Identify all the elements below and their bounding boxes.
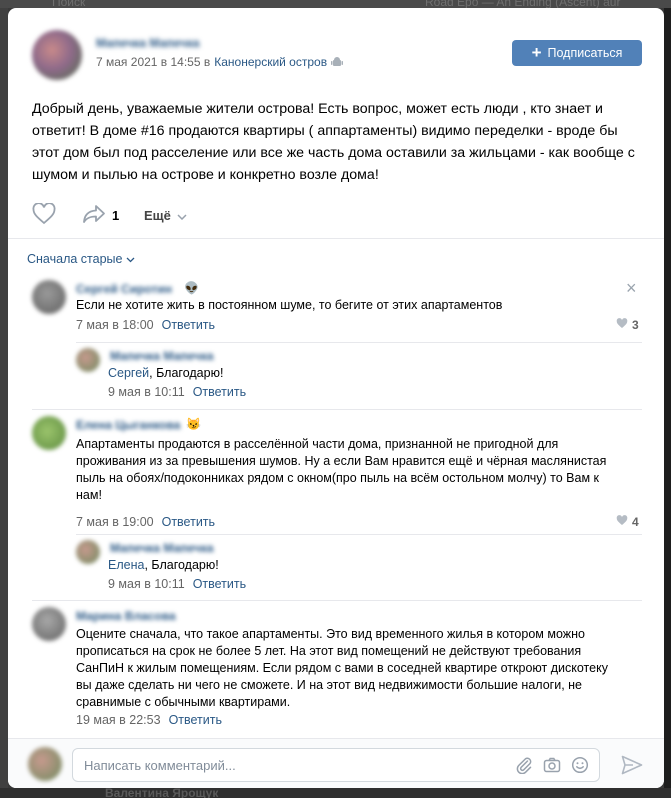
comment-separator	[32, 600, 642, 601]
reply-button[interactable]: Ответить	[193, 577, 246, 591]
chevron-down-icon	[126, 252, 135, 266]
chevron-down-icon	[177, 208, 187, 223]
comment-footer: 9 мая в 10:11 Ответить	[108, 577, 246, 591]
android-icon	[331, 56, 344, 68]
comment-text: Оцените сначала, что такое апартаменты. …	[76, 627, 608, 709]
post-location[interactable]: Канонерский остров	[214, 55, 327, 69]
reply-button[interactable]: Ответить	[162, 515, 215, 529]
plus-icon: +	[531, 42, 542, 62]
comment-separator	[76, 534, 642, 535]
comment-footer: 9 мая в 10:11 Ответить	[108, 385, 246, 399]
more-label: Ещё	[144, 207, 171, 223]
reply-button[interactable]: Ответить	[193, 385, 246, 399]
heart-icon	[616, 515, 628, 529]
comment-author[interactable]: Марина Власова	[76, 609, 176, 623]
sort-label: Сначала старые	[27, 252, 123, 266]
comment-like-count: 3	[632, 318, 639, 332]
sort-dropdown[interactable]: Сначала старые	[27, 252, 135, 266]
reply-button[interactable]: Ответить	[162, 318, 215, 332]
comment-avatar[interactable]	[32, 607, 66, 641]
heart-icon	[616, 318, 628, 332]
comment-date[interactable]: 7 мая в 18:00	[76, 318, 154, 332]
heart-icon	[32, 201, 56, 228]
more-button[interactable]: Ещё	[144, 208, 187, 223]
attach-icon[interactable]	[515, 756, 533, 775]
comment-date[interactable]: 9 мая в 10:11	[108, 577, 185, 591]
mention-link[interactable]: Елена	[108, 558, 144, 572]
comment-author[interactable]: Сергей Сиротин	[76, 282, 172, 296]
alien-emoji: 👽	[184, 281, 199, 295]
comment-author[interactable]: Мапечка Мапечка	[110, 541, 214, 555]
post-actions: 1 Ещё	[32, 201, 642, 228]
comment: Марина Власова Оцените сначала, что тако…	[32, 607, 642, 733]
comment-date[interactable]: 19 мая в 22:53	[76, 713, 161, 727]
post-meta: 7 мая 2021 в 14:55 в Канонерский остров	[96, 55, 344, 69]
comment-reply: Мапечка Мапечка Сергей, Благодарю! 9 мая…	[76, 348, 636, 403]
post-date[interactable]: 7 мая 2021 в 14:55 в	[96, 55, 210, 69]
reply-button[interactable]: Ответить	[169, 713, 222, 727]
comment-text: Апартаменты продаются в расселённой част…	[76, 437, 607, 502]
comment-footer: 19 мая в 22:53 Ответить	[76, 713, 222, 727]
comment-like-button[interactable]: 4	[616, 515, 639, 529]
comment: Сергей Сиротин 👽 × Если не хотите жить в…	[32, 278, 642, 340]
reply-text: , Благодарю!	[144, 558, 219, 572]
background-right	[664, 8, 671, 788]
subscribe-label: Подписаться	[547, 46, 623, 60]
subscribe-button[interactable]: + Подписаться	[512, 40, 642, 66]
camera-icon[interactable]	[543, 756, 561, 774]
author-avatar[interactable]	[32, 30, 82, 80]
comment-date[interactable]: 9 мая в 10:11	[108, 385, 185, 399]
comment-date[interactable]: 7 мая в 19:00	[76, 515, 154, 529]
background-top-bar: Поиск Road Epo — An Ending (Ascent) aur	[0, 0, 671, 9]
close-icon[interactable]: ×	[626, 278, 637, 299]
comment-footer: 7 мая в 18:00 Ответить	[76, 318, 215, 332]
mention-link[interactable]: Сергей	[108, 366, 149, 380]
share-icon	[82, 204, 106, 227]
smile-icon[interactable]	[571, 756, 589, 774]
post-author[interactable]: Мапечка Мапечка	[96, 36, 200, 50]
comment-separator	[76, 342, 642, 343]
comment-author[interactable]: Елена Цыганкова	[76, 418, 180, 432]
comment-text: Елена, Благодарю!	[108, 557, 608, 574]
comment-avatar[interactable]	[32, 280, 66, 314]
comment-like-count: 4	[632, 515, 639, 529]
comment-input[interactable]	[84, 749, 504, 781]
divider	[8, 238, 664, 239]
composer-icons	[515, 756, 589, 775]
comment-text: Сергей, Благодарю!	[108, 365, 608, 382]
like-button[interactable]	[32, 201, 82, 228]
comment-like-button[interactable]: 3	[616, 318, 639, 332]
comment-input-box	[72, 748, 600, 782]
comment-reply: Мапечка Мапечка Елена, Благодарю! 9 мая …	[76, 540, 636, 595]
post-text: Добрый день, уважаемые жители острова! Е…	[32, 101, 635, 183]
my-avatar[interactable]	[28, 747, 62, 781]
comment-avatar[interactable]	[76, 348, 100, 372]
reply-text: , Благодарю!	[149, 366, 224, 380]
comment-avatar[interactable]	[32, 416, 66, 450]
post-header: Мапечка Мапечка 7 мая 2021 в 14:55 в Кан…	[32, 30, 642, 90]
send-icon[interactable]	[621, 755, 643, 775]
post-modal: Мапечка Мапечка 7 мая 2021 в 14:55 в Кан…	[8, 8, 664, 788]
share-button[interactable]: 1	[82, 204, 144, 227]
comment-text: Если не хотите жить в постоянном шуме, т…	[76, 298, 503, 312]
background-left	[0, 8, 8, 788]
comment-footer: 7 мая в 19:00 Ответить	[76, 515, 215, 529]
comment-author[interactable]: Мапечка Мапечка	[110, 349, 214, 363]
share-count: 1	[112, 207, 120, 223]
comment-composer	[8, 738, 664, 788]
comment-avatar[interactable]	[76, 540, 100, 564]
background-bottom: Валентина Ярощук	[0, 788, 671, 798]
cat-emoji: 😼	[186, 417, 201, 431]
comment: Елена Цыганкова 😼 Апартаменты продаются …	[32, 416, 642, 529]
comment-separator	[32, 409, 642, 410]
background-name: Валентина Ярощук	[105, 788, 219, 798]
